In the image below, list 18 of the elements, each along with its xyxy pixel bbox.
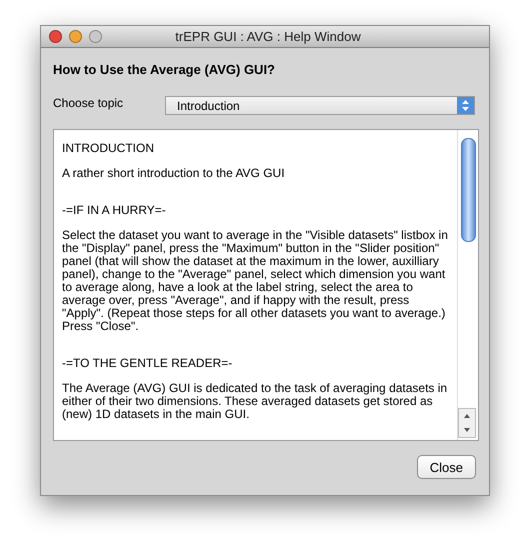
section-heading: -=TO THE GENTLE READER=- bbox=[62, 357, 234, 370]
help-paragraph: Select the dataset you want to average in the "Visible datasets" listbox in the "Display" panel, press the "Maximum" button in the "Slider position" panel (that will show the dataset at the maximum in the lower, auxilliary panel), change to the "Average" panel, select which dimension you want to average along, have a look at the label string, select the area to average over, press "Average", and if happy with the result, press "Apply". (Repeat those steps for all other datasets you want to average.) Press "Close". bbox=[62, 229, 449, 333]
topic-dropdown[interactable]: Introduction bbox=[165, 96, 475, 115]
topic-label: Choose topic bbox=[53, 96, 124, 110]
minimize-window-button[interactable] bbox=[69, 30, 82, 43]
section-heading: -=IF IN A HURRY=- bbox=[62, 204, 167, 217]
close-button[interactable]: Close bbox=[416, 455, 476, 479]
help-paragraph: The Average (AVG) GUI is dedicated to the task of averaging datasets in either of their two dimensions. These averaged datasets get stored as (new) 1D datasets in the main GUI. bbox=[62, 382, 448, 421]
scroll-thumb[interactable] bbox=[461, 138, 476, 242]
close-window-button[interactable] bbox=[49, 30, 62, 43]
window-title: trEPR GUI : AVG : Help Window bbox=[174, 29, 362, 44]
zoom-window-button[interactable] bbox=[89, 30, 102, 43]
help-heading: How to Use the Average (AVG) GUI? bbox=[53, 62, 276, 77]
stepper-icon bbox=[457, 97, 474, 114]
scrollbar[interactable] bbox=[457, 130, 478, 440]
help-paragraph: A rather short introduction to the AVG GUI bbox=[62, 167, 286, 180]
section-heading: INTRODUCTION bbox=[62, 142, 155, 155]
scroll-arrows-icon[interactable] bbox=[458, 408, 476, 438]
